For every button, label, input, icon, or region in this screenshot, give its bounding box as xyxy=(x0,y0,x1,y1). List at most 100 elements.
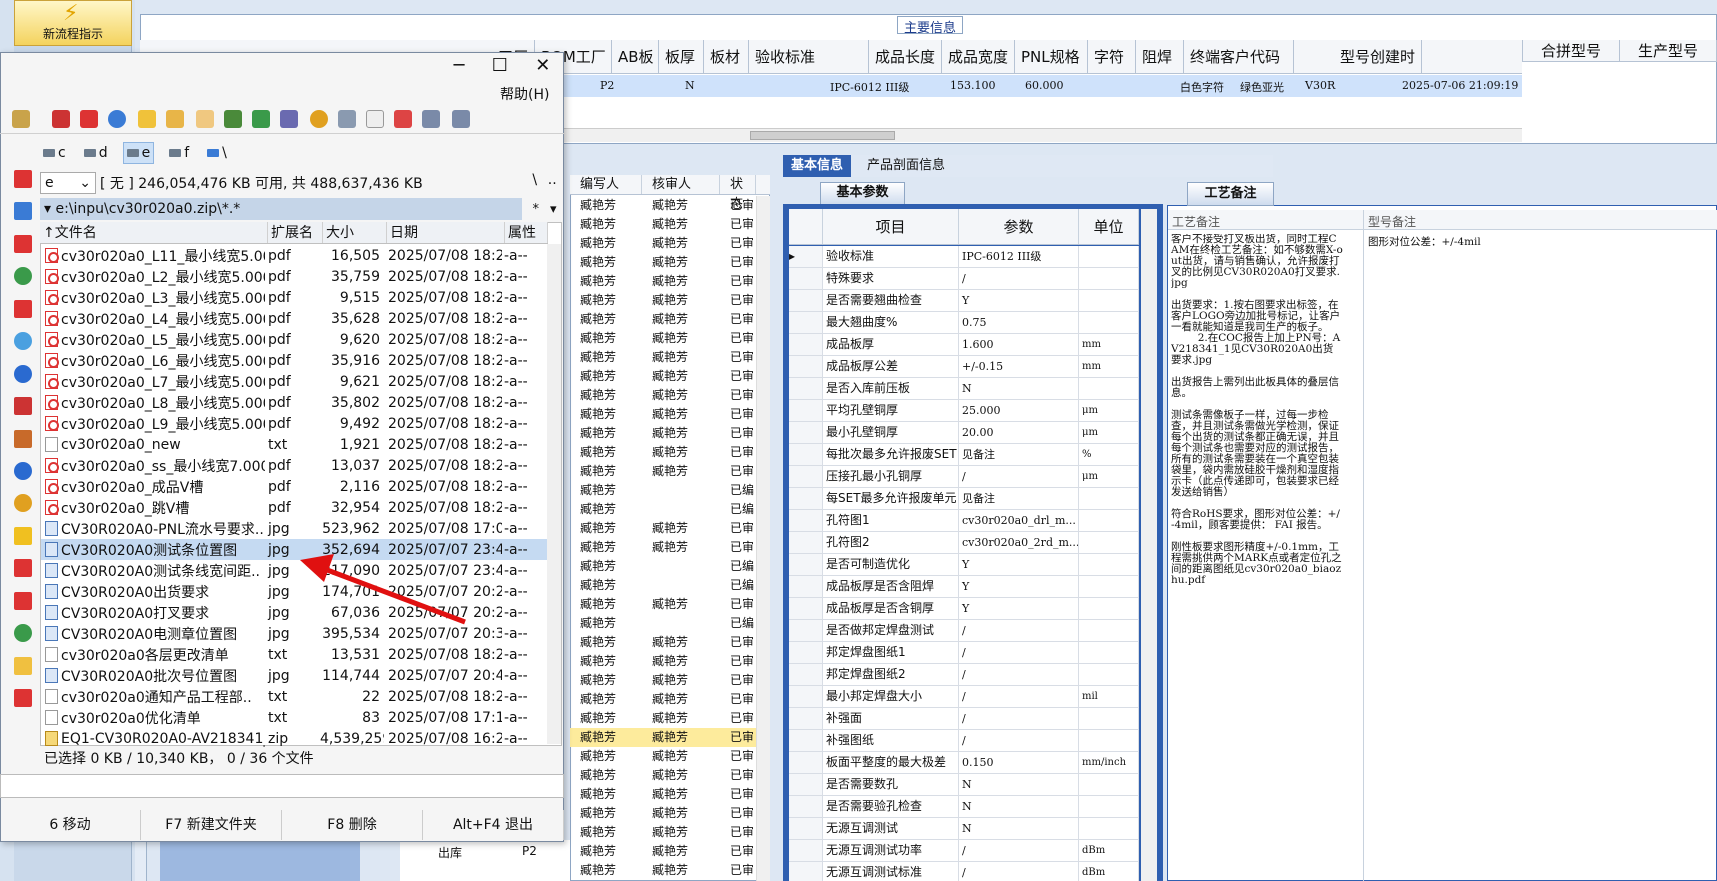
row-selector[interactable] xyxy=(789,268,823,289)
col-pnl[interactable]: PNL规格 xyxy=(1015,40,1088,73)
flow-list-row[interactable]: 臧艳芳 臧艳芳 已审 xyxy=(570,253,756,272)
flow-list-row[interactable]: 臧艳芳 臧艳芳 已审 xyxy=(570,709,756,728)
param-row[interactable]: 最小孔壁铜厚 20.00 μm xyxy=(789,422,1139,444)
row-selector[interactable] xyxy=(789,334,823,355)
row-selector[interactable]: ▸ xyxy=(789,246,823,267)
param-row[interactable]: 是否需要数孔 N xyxy=(789,774,1139,796)
col-writer[interactable]: 编写人 xyxy=(570,175,642,194)
flow-list-scrollbar[interactable] xyxy=(756,196,770,881)
flow-list-row[interactable]: 臧艳芳 臧艳芳 已审 xyxy=(570,310,756,329)
param-row[interactable]: 是否需要验孔检查 N xyxy=(789,796,1139,818)
row-selector[interactable] xyxy=(789,664,823,685)
param-row[interactable]: 成品板厚公差 +/-0.15 mm xyxy=(789,356,1139,378)
col-acceptance[interactable]: 验收标准 xyxy=(749,40,869,73)
row-selector[interactable] xyxy=(789,400,823,421)
pdf-icon[interactable] xyxy=(80,110,98,128)
param-row[interactable]: 无源互调测试功率 / dBm xyxy=(789,840,1139,862)
params-grid-scrollbar[interactable] xyxy=(1141,209,1157,881)
flow-list-row[interactable]: 臧艳芳 臧艳芳 已审 xyxy=(570,861,756,880)
flow-list-row[interactable]: 臧艳芳 已编 xyxy=(570,481,756,500)
col-length[interactable]: 成品长度 xyxy=(869,40,942,73)
flow-list-row[interactable]: 臧艳芳 臧艳芳 已审 xyxy=(570,234,756,253)
text-a-icon[interactable] xyxy=(138,110,156,128)
flow-list-row[interactable]: 臧艳芳 臧艳芳 已审 xyxy=(570,215,756,234)
row-selector[interactable] xyxy=(789,554,823,575)
row-selector[interactable] xyxy=(789,378,823,399)
row-selector[interactable] xyxy=(789,466,823,487)
flow-list-row[interactable]: 臧艳芳 臧艳芳 已审 xyxy=(570,538,756,557)
col-width[interactable]: 成品宽度 xyxy=(942,40,1015,73)
col-solder-mask[interactable]: 阻焊 xyxy=(1136,40,1184,73)
row-selector[interactable] xyxy=(789,796,823,817)
param-row[interactable]: 成品板厚 1.600 mm xyxy=(789,334,1139,356)
drive-e[interactable]: e xyxy=(122,142,155,164)
row-selector[interactable] xyxy=(789,818,823,839)
pdf-side-icon[interactable] xyxy=(14,170,32,188)
file-row[interactable]: cv30r020a0_L5_最小线宽5.000 pdf 9,620 2025/07/0… xyxy=(41,329,547,350)
col-ab-board[interactable]: AB板 xyxy=(612,40,659,73)
flow-list-row[interactable]: 臧艳芳 臧艳芳 已审 xyxy=(570,405,756,424)
col-merge-model[interactable]: 合拼型号 xyxy=(1523,40,1620,61)
flow-list-row[interactable]: 臧艳芳 臧艳芳 已审 xyxy=(570,728,756,747)
col-param[interactable]: 参数 xyxy=(959,209,1079,244)
warning-icon[interactable] xyxy=(14,527,32,545)
row-selector[interactable] xyxy=(789,510,823,531)
param-row[interactable]: 补强图纸 / xyxy=(789,730,1139,752)
col-filename[interactable]: ↑文件名 xyxy=(40,222,268,243)
file-row[interactable]: cv30r020a0_ss_最小线宽7.000 pdf 13,037 2025/07/… xyxy=(41,455,547,476)
file-row[interactable]: cv30r020a0_L6_最小线宽5.000 pdf 35,916 2025/07/… xyxy=(41,350,547,371)
row-selector[interactable] xyxy=(789,862,823,881)
col-material[interactable]: 板材 xyxy=(704,40,749,73)
flow-list-row[interactable]: 臧艳芳 臧艳芳 已审 xyxy=(570,386,756,405)
flow-list-row[interactable]: 臧艳芳 臧艳芳 已审 xyxy=(570,842,756,861)
tab-craft-remarks[interactable]: 工艺备注 xyxy=(1187,182,1274,206)
row-selector[interactable] xyxy=(789,708,823,729)
flow-list-row[interactable]: 臧艳芳 臧艳芳 已审 xyxy=(570,348,756,367)
param-row[interactable]: 每SET最多允许报废单元 见备注 xyxy=(789,488,1139,510)
panel2-icon[interactable] xyxy=(452,110,470,128)
file-row[interactable]: cv30r020a0_L3_最小线宽5.000 pdf 9,515 2025/07/0… xyxy=(41,287,547,308)
maximize-icon[interactable]: ☐ xyxy=(492,55,508,81)
flow-list-row[interactable]: 臧艳芳 臧艳芳 已审 xyxy=(570,329,756,348)
param-row[interactable]: 邦定焊盘图纸1/ xyxy=(789,642,1139,664)
info-icon[interactable] xyxy=(14,365,32,383)
craft-splitter[interactable] xyxy=(1363,210,1364,881)
file-row[interactable]: cv30r020a0通知产品工程部.. txt 22 2025/07/08 18:27… xyxy=(41,686,547,707)
file-row[interactable]: EQ1-CV30R020A0-AV218341_..zip 4,539,25920… xyxy=(41,728,547,749)
col-created[interactable]: 型号创建时 xyxy=(1294,40,1422,73)
flow-list-row[interactable]: 臧艳芳 臧艳芳 已审 xyxy=(570,747,756,766)
flow-list-row[interactable]: 臧艳芳 已编 xyxy=(570,614,756,633)
flow-list-row[interactable]: 臧艳芳 臧艳芳 已审 xyxy=(570,652,756,671)
photo3-icon[interactable] xyxy=(14,689,32,707)
file-row[interactable]: cv30r020a0各层更改清单 txt 13,531 2025/07/08 18:2… xyxy=(41,644,547,665)
sheet-icon[interactable] xyxy=(196,110,214,128)
param-row[interactable]: 成品板厚是否含铜厚 Y xyxy=(789,598,1139,620)
model-remarks-text[interactable]: 图形对位公差：+/-4mil xyxy=(1368,234,1481,249)
row-selector[interactable] xyxy=(789,290,823,311)
file-row[interactable]: cv30r020a0优化清单 txt 83 2025/07/08 17:13 -a-- xyxy=(41,707,547,728)
photo2-icon[interactable] xyxy=(14,592,32,610)
col-customer-code[interactable]: 终端客户代码 xyxy=(1184,40,1294,73)
param-row[interactable]: 板面平整度的最大极差 0.150 mm/inch xyxy=(789,752,1139,774)
file-row[interactable]: cv30r020a0_L7_最小线宽5.000 pdf 9,621 2025/07/0… xyxy=(41,371,547,392)
globe-icon[interactable] xyxy=(108,110,126,128)
scroll-thumb[interactable] xyxy=(750,131,895,140)
history-dropdown-icon[interactable]: ▾ xyxy=(550,202,557,217)
flow-list-row[interactable]: 臧艳芳 臧艳芳 已审 xyxy=(570,671,756,690)
drive-f[interactable]: f xyxy=(166,142,192,164)
file-row[interactable]: cv30r020a0_L4_最小线宽5.000 pdf 35,628 2025/07/… xyxy=(41,308,547,329)
col-state[interactable]: 状态 xyxy=(720,175,756,212)
flow-list-row[interactable]: 臧艳芳 臧艳芳 已审 xyxy=(570,424,756,443)
pdf-side2-icon[interactable] xyxy=(14,235,32,253)
param-row[interactable]: 补强面 / xyxy=(789,708,1139,730)
flow-list-row[interactable]: 臧艳芳 臧艳芳 已审 xyxy=(570,690,756,709)
file-row[interactable]: CV30R020A0批次号位置图 jpg 114,744 2025/07/07 20:… xyxy=(41,665,547,686)
photo-icon[interactable] xyxy=(14,559,32,577)
row-selector[interactable] xyxy=(789,598,823,619)
row-selector[interactable] xyxy=(789,488,823,509)
stop-icon[interactable] xyxy=(14,397,32,415)
tree-side-icon[interactable] xyxy=(14,267,32,285)
file-list-scrollbar[interactable] xyxy=(547,244,561,744)
flow-list-row[interactable]: 臧艳芳 臧艳芳 已审 xyxy=(570,766,756,785)
flow-list-row[interactable]: 臧艳芳 臧艳芳 已审 xyxy=(570,443,756,462)
